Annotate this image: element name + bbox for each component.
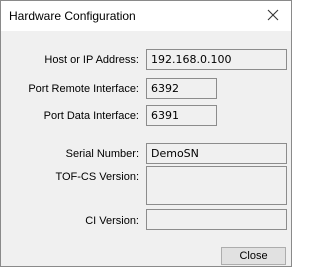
host-label: Host or IP Address: <box>44 54 139 66</box>
close-icon[interactable] <box>265 6 281 24</box>
window-title: Hardware Configuration <box>9 9 136 23</box>
close-button[interactable]: Close <box>221 247 286 265</box>
hardware-configuration-dialog: Hardware Configuration Host or IP Addres… <box>0 0 292 267</box>
port-remote-field: 6392 <box>146 78 217 99</box>
host-field: 192.168.0.100 <box>146 49 287 70</box>
title-bar: Hardware Configuration <box>1 1 291 31</box>
port-data-label: Port Data Interface: <box>43 110 139 122</box>
serial-field: DemoSN <box>146 143 287 164</box>
ci-label: CI Version: <box>85 215 139 227</box>
port-data-field: 6391 <box>146 105 217 126</box>
tof-cs-field <box>146 166 287 205</box>
port-remote-label: Port Remote Interface: <box>28 83 139 95</box>
serial-label: Serial Number: <box>65 148 139 160</box>
tof-cs-label: TOF-CS Version: <box>55 171 139 183</box>
ci-field <box>146 209 287 230</box>
